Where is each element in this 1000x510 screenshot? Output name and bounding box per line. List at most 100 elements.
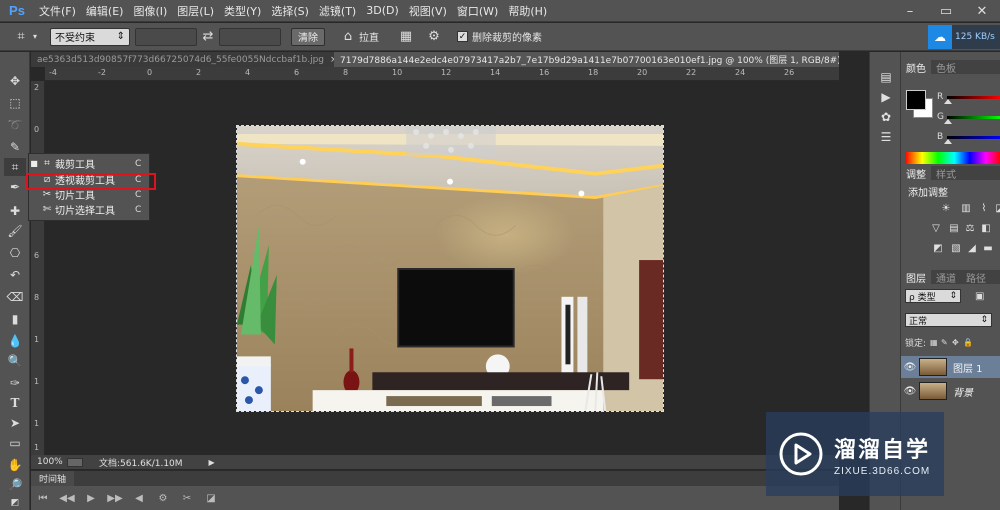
- menu-help[interactable]: 帮助(H): [503, 3, 552, 19]
- exposure-icon[interactable]: ◪: [993, 202, 1000, 214]
- menu-image[interactable]: 图像(I): [128, 3, 172, 19]
- brightness-icon[interactable]: ☀: [939, 202, 953, 214]
- document-tab-active[interactable]: 7179d7886a144e2edc4e07973417a2b7_7e17b9d…: [334, 52, 839, 67]
- transition-icon[interactable]: ◪: [199, 488, 223, 508]
- menu-3d[interactable]: 3D(D): [361, 4, 404, 17]
- tab-styles[interactable]: 样式: [931, 166, 961, 181]
- grid-overlay-icon[interactable]: ▦: [397, 28, 415, 46]
- lock-transparent-icon[interactable]: ▦: [930, 338, 941, 347]
- menu-select[interactable]: 选择(S): [266, 3, 314, 19]
- hand-tool-icon[interactable]: ✋: [4, 456, 26, 474]
- curves-icon[interactable]: ⌇: [977, 202, 991, 214]
- dodge-tool-icon[interactable]: 🔍: [4, 352, 26, 370]
- cloud-speed-badge[interactable]: ☁ 125 KB/s: [928, 25, 1000, 49]
- maximize-button[interactable]: ▭: [928, 0, 964, 22]
- invert-icon[interactable]: ◩: [931, 242, 945, 254]
- properties-panel-icon[interactable]: ☰: [876, 128, 896, 146]
- height-field[interactable]: [219, 27, 281, 46]
- shape-tool-icon[interactable]: ▭: [4, 434, 26, 452]
- path-select-tool-icon[interactable]: ➤: [4, 414, 26, 432]
- red-slider[interactable]: R: [937, 92, 1000, 104]
- menu-edit[interactable]: 编辑(E): [81, 3, 129, 19]
- delete-pixels-checkbox[interactable]: ✓: [457, 31, 468, 42]
- eraser-tool-icon[interactable]: ⌫: [4, 288, 26, 306]
- tab-color[interactable]: 颜色: [901, 60, 931, 75]
- lock-paint-icon[interactable]: ✎: [941, 338, 952, 347]
- eyedropper-tool-icon[interactable]: ✒: [4, 178, 26, 196]
- brush-tool-icon[interactable]: 🖌: [4, 222, 26, 240]
- color-swatches-icon[interactable]: ◩: [4, 494, 26, 510]
- tab-layers[interactable]: 图层: [901, 270, 931, 285]
- gradient-map-icon[interactable]: ▬: [981, 242, 995, 254]
- tab-swatches[interactable]: 色板: [931, 60, 961, 75]
- flyout-item-slice-select[interactable]: ✄ 切片选择工具 C: [29, 202, 149, 217]
- close-button[interactable]: ✕: [964, 0, 1000, 22]
- eye-icon[interactable]: 👁: [901, 362, 919, 373]
- crop-tool-icon[interactable]: ⌗: [4, 158, 26, 176]
- tab-adjustments[interactable]: 调整: [901, 166, 931, 181]
- healing-brush-tool-icon[interactable]: ✚: [4, 202, 26, 220]
- marquee-tool-icon[interactable]: ⬚: [4, 94, 26, 112]
- history-panel-icon[interactable]: ▤: [876, 68, 896, 86]
- ratio-select[interactable]: 不受约束 ⇕: [50, 27, 130, 46]
- threshold-icon[interactable]: ◢: [965, 242, 979, 254]
- flyout-item-crop[interactable]: ■ ⌗ 裁剪工具 C: [29, 156, 149, 171]
- levels-icon[interactable]: ▥: [959, 202, 973, 214]
- lock-move-icon[interactable]: ✥: [952, 338, 963, 347]
- foreground-color-swatch[interactable]: [906, 90, 926, 110]
- type-tool-icon[interactable]: T: [4, 394, 26, 412]
- image-filter-icon[interactable]: ▣: [975, 291, 984, 302]
- blur-tool-icon[interactable]: 💧: [4, 332, 26, 350]
- gradient-tool-icon[interactable]: ▮: [4, 310, 26, 328]
- slider-thumb-icon[interactable]: [944, 118, 952, 124]
- document-tab[interactable]: ae5363d513d90857f773d66725074d6_55fe0055…: [31, 52, 334, 67]
- quick-select-tool-icon[interactable]: ✎: [4, 138, 26, 156]
- history-brush-tool-icon[interactable]: ↶: [4, 266, 26, 284]
- tab-paths[interactable]: 路径: [961, 270, 991, 285]
- prev-frame-icon[interactable]: ◀◀: [55, 488, 79, 508]
- pen-tool-icon[interactable]: ✑: [4, 374, 26, 392]
- menu-window[interactable]: 窗口(W): [452, 3, 503, 19]
- eye-icon[interactable]: 👁: [901, 386, 919, 397]
- blue-slider[interactable]: B: [937, 132, 1000, 144]
- tab-channels[interactable]: 通道: [931, 270, 961, 285]
- brush-panel-icon[interactable]: ✿: [876, 108, 896, 126]
- straighten-label[interactable]: 拉直: [359, 29, 379, 44]
- play-arrow-icon[interactable]: ▶: [209, 458, 215, 467]
- menu-filter[interactable]: 滤镜(T): [314, 3, 361, 19]
- settings-icon[interactable]: ⚙: [151, 488, 175, 508]
- blend-mode-select[interactable]: 正常 ⇕: [905, 313, 992, 327]
- menu-view[interactable]: 视图(V): [404, 3, 452, 19]
- menu-layer[interactable]: 图层(L): [172, 3, 219, 19]
- status-indicator[interactable]: [67, 457, 83, 467]
- minimize-button[interactable]: –: [892, 0, 928, 22]
- green-slider[interactable]: G: [937, 112, 1000, 124]
- slider-thumb-icon[interactable]: [944, 98, 952, 104]
- canvas-area[interactable]: [45, 81, 839, 455]
- straighten-icon[interactable]: ⌂: [339, 28, 357, 46]
- split-icon[interactable]: ✂: [175, 488, 199, 508]
- zoom-tool-icon[interactable]: 🔎: [4, 476, 26, 494]
- move-tool-icon[interactable]: ✥: [4, 72, 26, 90]
- layer-filter-select[interactable]: ρ 类型 ⇕: [905, 289, 961, 303]
- actions-panel-icon[interactable]: ▶: [876, 88, 896, 106]
- document-image[interactable]: [236, 125, 664, 412]
- crop-tool-icon[interactable]: ⌗: [12, 28, 30, 46]
- first-frame-icon[interactable]: ⏮: [31, 488, 55, 508]
- menu-type[interactable]: 类型(Y): [219, 3, 266, 19]
- swap-icon[interactable]: ⇄: [199, 28, 217, 46]
- color-balance-icon[interactable]: ⚖: [963, 222, 977, 234]
- width-field[interactable]: [135, 27, 197, 46]
- zoom-level[interactable]: 100%: [31, 457, 67, 467]
- black-white-icon[interactable]: ◧: [979, 222, 993, 234]
- color-spectrum-bar[interactable]: [905, 152, 1000, 164]
- menu-file[interactable]: 文件(F): [34, 3, 81, 19]
- clear-button[interactable]: 清除: [291, 27, 325, 46]
- layer-row[interactable]: 👁 图层 1: [901, 356, 1000, 378]
- layer-row[interactable]: 👁 背景: [901, 380, 1000, 402]
- hue-saturation-icon[interactable]: ▤: [947, 222, 961, 234]
- audio-icon[interactable]: ◀: [127, 488, 151, 508]
- lasso-tool-icon[interactable]: ➰: [4, 116, 26, 134]
- clone-stamp-tool-icon[interactable]: ⎔: [4, 244, 26, 262]
- vibrance-icon[interactable]: ▽: [929, 222, 943, 234]
